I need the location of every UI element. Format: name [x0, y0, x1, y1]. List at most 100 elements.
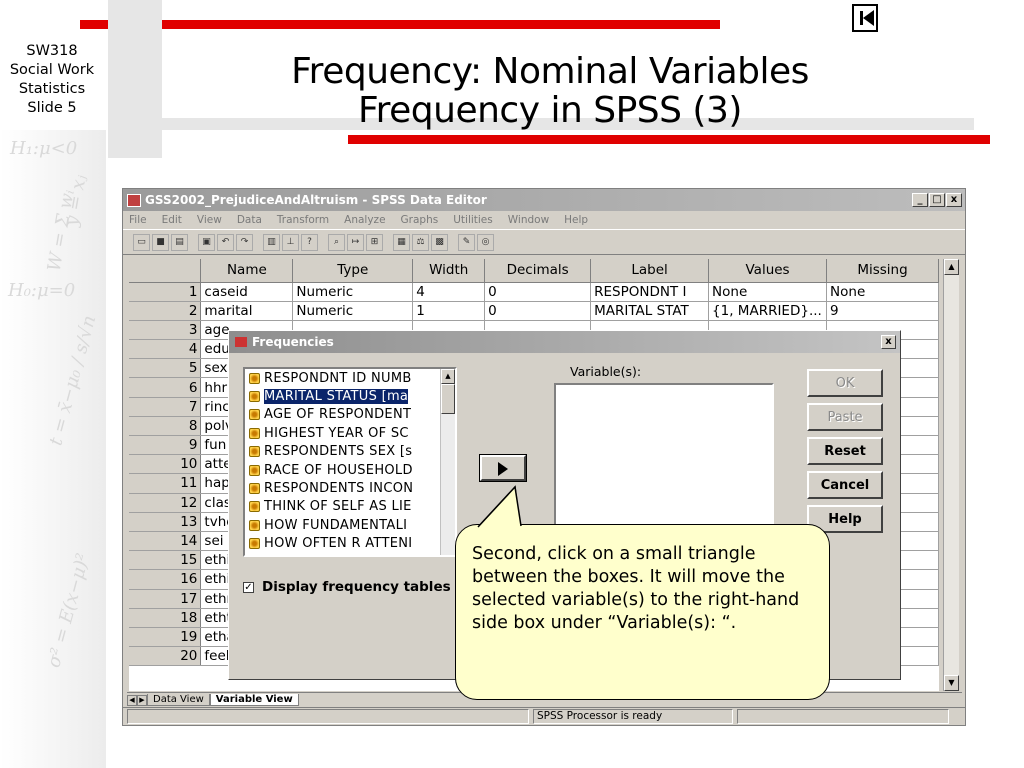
- dialog-close-button[interactable]: x: [881, 335, 896, 349]
- row-number[interactable]: 6: [129, 377, 202, 398]
- table-row[interactable]: 2 marital Numeric 1 0 MARITAL STAT {1, MARRIED…: [129, 301, 939, 321]
- variable-list-item[interactable]: RESPONDENTS INCON: [245, 479, 455, 497]
- column-header-label[interactable]: Label: [590, 259, 710, 283]
- menu-data[interactable]: Data: [237, 214, 262, 226]
- paste-button[interactable]: Paste: [807, 403, 883, 431]
- row-number[interactable]: 7: [129, 397, 202, 417]
- cell-label[interactable]: MARITAL STAT: [590, 301, 710, 321]
- row-number[interactable]: 18: [129, 608, 202, 628]
- row-number[interactable]: 8: [129, 416, 202, 437]
- cell-missing[interactable]: 9: [826, 301, 939, 321]
- tab-left-arrow-icon[interactable]: ◀: [127, 695, 137, 706]
- row-number[interactable]: 14: [129, 531, 202, 552]
- table-row[interactable]: 1 caseid Numeric 4 0 RESPONDNT I None None: [129, 282, 939, 302]
- variable-list-item[interactable]: MARITAL STATUS [ma: [245, 387, 455, 405]
- list-scroll-up-icon[interactable]: ▲: [441, 369, 455, 384]
- insert-case-icon[interactable]: ↦: [347, 233, 364, 251]
- column-header-missing[interactable]: Missing: [826, 259, 939, 283]
- column-header-width[interactable]: Width: [412, 259, 486, 283]
- cell-width[interactable]: 4: [412, 282, 486, 302]
- variable-list-item[interactable]: THINK OF SELF AS LIE: [245, 498, 455, 516]
- menu-help[interactable]: Help: [564, 214, 588, 226]
- vertical-scrollbar[interactable]: ▲ ▼: [943, 259, 959, 691]
- move-variable-button[interactable]: [479, 454, 527, 482]
- menu-utilities[interactable]: Utilities: [453, 214, 493, 226]
- goto-case-icon[interactable]: ⊥: [282, 233, 299, 251]
- cancel-button[interactable]: Cancel: [807, 471, 883, 499]
- variables-icon[interactable]: ?: [301, 233, 318, 251]
- column-header-values[interactable]: Values: [708, 259, 828, 283]
- maximize-button[interactable]: □: [929, 193, 945, 207]
- variable-list-item[interactable]: HIGHEST YEAR OF SC: [245, 424, 455, 442]
- column-header-decimals[interactable]: Decimals: [484, 259, 592, 283]
- split-file-icon[interactable]: ▦: [393, 233, 410, 251]
- row-number[interactable]: 11: [129, 473, 202, 494]
- row-number[interactable]: 10: [129, 454, 202, 475]
- display-frequency-tables-checkbox[interactable]: ✓ Display frequency tables: [243, 579, 451, 595]
- variable-list-item[interactable]: HOW OFTEN R ATTENI: [245, 535, 455, 553]
- menu-file[interactable]: File: [129, 214, 147, 226]
- reset-button[interactable]: Reset: [807, 437, 883, 465]
- goto-chart-icon[interactable]: ▥: [263, 233, 280, 251]
- menu-transform[interactable]: Transform: [277, 214, 329, 226]
- variable-list-item[interactable]: RESPONDENTS SEX [s: [245, 443, 455, 461]
- cell-decimals[interactable]: 0: [484, 282, 592, 302]
- row-number[interactable]: 5: [129, 358, 202, 379]
- save-icon[interactable]: ■: [152, 233, 169, 251]
- weight-cases-icon[interactable]: ⚖: [412, 233, 429, 251]
- list-scrollbar[interactable]: ▲: [440, 369, 455, 555]
- scroll-down-icon[interactable]: ▼: [944, 675, 959, 691]
- cell-name[interactable]: caseid: [200, 282, 294, 302]
- cell-missing[interactable]: None: [826, 282, 939, 302]
- menu-view[interactable]: View: [197, 214, 222, 226]
- cell-values[interactable]: {1, MARRIED}...: [708, 301, 828, 321]
- row-number[interactable]: 4: [129, 339, 202, 360]
- scroll-up-icon[interactable]: ▲: [944, 259, 959, 275]
- cell-width[interactable]: 1: [412, 301, 486, 321]
- row-number[interactable]: 16: [129, 569, 202, 590]
- row-number[interactable]: 13: [129, 512, 202, 532]
- first-slide-icon[interactable]: [852, 4, 878, 32]
- menu-edit[interactable]: Edit: [162, 214, 182, 226]
- menu-analyze[interactable]: Analyze: [344, 214, 385, 226]
- cell-values[interactable]: None: [708, 282, 828, 302]
- ok-button[interactable]: OK: [807, 369, 883, 397]
- row-number[interactable]: 3: [129, 320, 202, 341]
- tab-variable-view[interactable]: Variable View: [209, 694, 299, 706]
- close-button[interactable]: x: [946, 193, 962, 207]
- cell-type[interactable]: Numeric: [292, 282, 414, 302]
- variable-list-item[interactable]: HOW FUNDAMENTALI: [245, 516, 455, 534]
- cell-type[interactable]: Numeric: [292, 301, 414, 321]
- column-header-type[interactable]: Type: [292, 259, 414, 283]
- print-icon[interactable]: ▤: [171, 233, 188, 251]
- row-number[interactable]: 12: [129, 493, 202, 513]
- menu-graphs[interactable]: Graphs: [401, 214, 439, 226]
- menu-window[interactable]: Window: [508, 214, 549, 226]
- undo-icon[interactable]: ↶: [217, 233, 234, 251]
- list-scroll-thumb[interactable]: [441, 384, 455, 414]
- select-cases-icon[interactable]: ▩: [431, 233, 448, 251]
- open-icon[interactable]: ▭: [133, 233, 150, 251]
- row-number[interactable]: 15: [129, 550, 202, 571]
- row-number[interactable]: 2: [129, 301, 202, 321]
- variable-list-item[interactable]: AGE OF RESPONDENT: [245, 406, 455, 424]
- cell-label[interactable]: RESPONDNT I: [590, 282, 710, 302]
- minimize-button[interactable]: _: [912, 193, 928, 207]
- find-icon[interactable]: ⌕: [328, 233, 345, 251]
- use-sets-icon[interactable]: ◎: [477, 233, 494, 251]
- row-number[interactable]: 9: [129, 435, 202, 456]
- dialog-recall-icon[interactable]: ▣: [198, 233, 215, 251]
- column-header-name[interactable]: Name: [200, 259, 294, 283]
- cell-decimals[interactable]: 0: [484, 301, 592, 321]
- source-variable-list[interactable]: RESPONDNT ID NUMB MARITAL STATUS [ma AGE O…: [243, 367, 457, 557]
- redo-icon[interactable]: ↷: [236, 233, 253, 251]
- variable-list-item[interactable]: GENERAL HAPPINESS: [245, 553, 455, 556]
- cell-name[interactable]: marital: [200, 301, 294, 321]
- row-number[interactable]: 19: [129, 627, 202, 648]
- row-number[interactable]: 20: [129, 646, 202, 667]
- insert-variable-icon[interactable]: ⊞: [366, 233, 383, 251]
- tab-right-arrow-icon[interactable]: ▶: [137, 695, 147, 706]
- tab-data-view[interactable]: Data View: [147, 694, 210, 706]
- variable-list-item[interactable]: RACE OF HOUSEHOLD: [245, 461, 455, 479]
- row-number[interactable]: 17: [129, 589, 202, 609]
